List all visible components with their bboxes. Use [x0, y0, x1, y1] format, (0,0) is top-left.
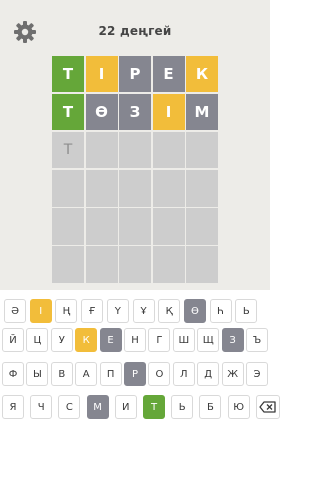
key[interactable]: Я: [2, 395, 24, 419]
key[interactable]: М: [86, 395, 109, 419]
key[interactable]: И: [114, 395, 137, 419]
key[interactable]: Б: [199, 395, 222, 419]
game-area: 22 деңгей ТІРЕКТӨЗІМТ: [0, 0, 270, 290]
board-tile: [85, 170, 118, 207]
level-title: 22 деңгей: [98, 24, 172, 38]
key[interactable]: Ғ: [81, 299, 104, 323]
board-tile: [85, 132, 118, 169]
key[interactable]: К: [75, 328, 98, 352]
board-tile: [119, 246, 151, 283]
key[interactable]: Ү: [106, 299, 129, 323]
key[interactable]: Ф: [2, 362, 24, 386]
key[interactable]: С: [58, 395, 81, 419]
key[interactable]: Ь: [235, 299, 258, 323]
board-tile: [119, 208, 151, 245]
key[interactable]: О: [148, 362, 171, 386]
board-tile: [186, 132, 218, 169]
game-board: ТІРЕКТӨЗІМТ: [52, 56, 218, 283]
board-tile: [152, 208, 185, 245]
board-tile: [52, 208, 84, 245]
key[interactable]: Қ: [158, 299, 181, 323]
board-tile: [85, 246, 118, 283]
key[interactable]: Һ: [209, 299, 232, 323]
board-tile: Т: [52, 94, 84, 131]
key[interactable]: Н: [124, 328, 146, 352]
board-tile: Р: [119, 56, 151, 93]
key[interactable]: З: [221, 328, 244, 352]
board-tile: М: [186, 94, 218, 131]
key[interactable]: Л: [172, 362, 195, 386]
backspace-key[interactable]: [255, 395, 280, 419]
key[interactable]: Т: [143, 395, 165, 419]
board-tile: [152, 170, 185, 207]
board-tile: З: [119, 94, 151, 131]
key[interactable]: Е: [99, 328, 122, 352]
board-tile: [85, 208, 118, 245]
key[interactable]: Р: [124, 362, 146, 386]
key[interactable]: Ъ: [246, 328, 268, 352]
key[interactable]: Ы: [26, 362, 49, 386]
board-tile: Т: [52, 132, 84, 169]
board-tile: К: [186, 56, 218, 93]
board-tile: [52, 170, 84, 207]
board-tile: І: [152, 94, 185, 131]
board-tile: І: [85, 56, 118, 93]
key[interactable]: Ұ: [132, 299, 155, 323]
key[interactable]: Ә: [4, 299, 26, 323]
key[interactable]: Д: [197, 362, 220, 386]
key[interactable]: Щ: [197, 328, 220, 352]
key[interactable]: Ө: [183, 299, 206, 323]
board-tile: [152, 132, 185, 169]
board-tile: [152, 246, 185, 283]
board-tile: [52, 246, 84, 283]
key[interactable]: І: [29, 299, 52, 323]
key[interactable]: У: [50, 328, 73, 352]
key[interactable]: Г: [148, 328, 171, 352]
board-tile: Е: [152, 56, 185, 93]
board-tile: Ө: [85, 94, 118, 131]
key[interactable]: Ч: [30, 395, 53, 419]
key[interactable]: Ц: [26, 328, 49, 352]
key[interactable]: А: [75, 362, 98, 386]
key[interactable]: Ь: [171, 395, 194, 419]
key[interactable]: Ш: [172, 328, 195, 352]
key[interactable]: Ң: [55, 299, 78, 323]
board-tile: [186, 246, 218, 283]
key[interactable]: П: [99, 362, 122, 386]
key[interactable]: Ж: [221, 362, 244, 386]
key[interactable]: Э: [246, 362, 268, 386]
backspace-icon: [259, 401, 276, 413]
board-tile: [186, 170, 218, 207]
key[interactable]: В: [50, 362, 73, 386]
board-tile: [119, 132, 151, 169]
key[interactable]: Ю: [227, 395, 250, 419]
board-tile: [119, 170, 151, 207]
board-tile: Т: [52, 56, 84, 93]
key[interactable]: Й: [2, 328, 24, 352]
board-tile: [186, 208, 218, 245]
